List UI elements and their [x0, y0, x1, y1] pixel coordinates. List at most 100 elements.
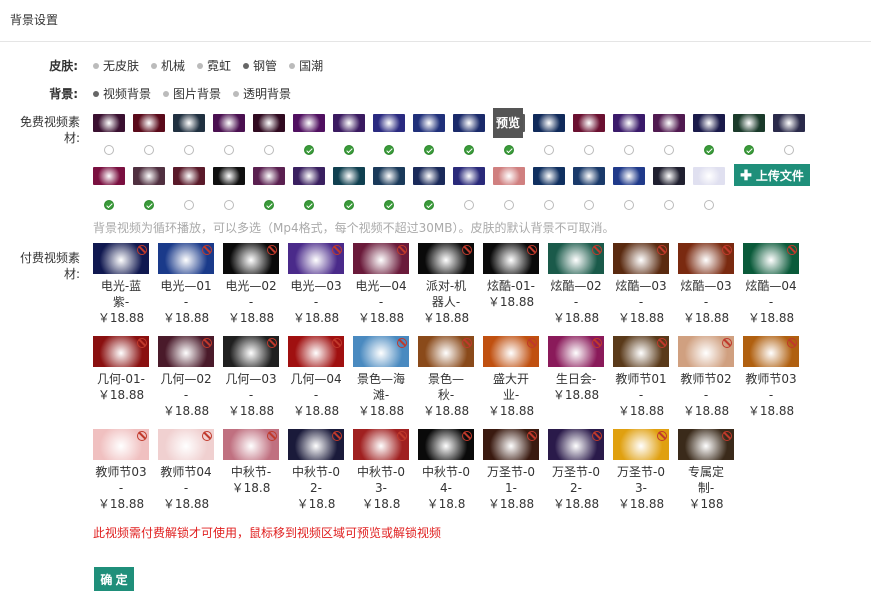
- paid-video-item[interactable]: 教师节03- ￥18.88: [93, 429, 149, 512]
- checked-icon[interactable]: [424, 200, 434, 210]
- paid-video-item[interactable]: 电光—01- ￥18.88: [158, 243, 214, 326]
- paid-video-thumb[interactable]: [288, 336, 344, 367]
- free-video-thumb[interactable]: [373, 114, 405, 132]
- unchecked-icon[interactable]: [504, 200, 514, 210]
- paid-video-item[interactable]: 炫酷—03- ￥18.88: [613, 243, 669, 326]
- paid-video-item[interactable]: 炫酷—03- ￥18.88: [678, 243, 734, 326]
- preview-button[interactable]: 预览: [493, 108, 523, 138]
- paid-video-item[interactable]: 炫酷-01- ￥18.88: [483, 243, 539, 310]
- paid-video-thumb[interactable]: [548, 243, 604, 274]
- free-video-thumb[interactable]: [293, 114, 325, 132]
- free-video-thumb[interactable]: [253, 167, 285, 185]
- paid-video-thumb[interactable]: [158, 336, 214, 367]
- paid-video-item[interactable]: 中秋节- ￥18.8: [223, 429, 279, 496]
- paid-video-thumb[interactable]: [548, 336, 604, 367]
- free-video-thumb[interactable]: [413, 114, 445, 132]
- background-option[interactable]: 图片背景: [163, 85, 221, 102]
- paid-video-thumb[interactable]: [743, 336, 799, 367]
- checked-icon[interactable]: [344, 200, 354, 210]
- checked-icon[interactable]: [264, 200, 274, 210]
- free-video-thumb[interactable]: [373, 167, 405, 185]
- unchecked-icon[interactable]: [544, 145, 554, 155]
- checked-icon[interactable]: [464, 145, 474, 155]
- paid-video-item[interactable]: 教师节02- ￥18.88: [678, 336, 734, 419]
- free-video-thumb[interactable]: [293, 167, 325, 185]
- unchecked-icon[interactable]: [784, 145, 794, 155]
- skin-option[interactable]: 霓虹: [197, 57, 231, 74]
- paid-video-item[interactable]: 盛大开业- ￥18.88: [483, 336, 539, 419]
- unchecked-icon[interactable]: [264, 145, 274, 155]
- paid-video-thumb[interactable]: [288, 429, 344, 460]
- paid-video-thumb[interactable]: [93, 243, 149, 274]
- paid-video-thumb[interactable]: [418, 429, 474, 460]
- free-video-thumb[interactable]: [493, 167, 525, 185]
- checked-icon[interactable]: [424, 145, 434, 155]
- paid-video-item[interactable]: 万圣节-03- ￥18.88: [613, 429, 669, 512]
- free-video-thumb[interactable]: [533, 167, 565, 185]
- paid-video-item[interactable]: 电光—04- ￥18.88: [353, 243, 409, 326]
- unchecked-icon[interactable]: [224, 200, 234, 210]
- free-video-thumb[interactable]: [693, 114, 725, 132]
- paid-video-thumb[interactable]: [613, 243, 669, 274]
- checked-icon[interactable]: [744, 145, 754, 155]
- confirm-button[interactable]: 确 定: [94, 567, 134, 591]
- paid-video-item[interactable]: 几何—03- ￥18.88: [223, 336, 279, 419]
- free-video-thumb[interactable]: [533, 114, 565, 132]
- paid-video-thumb[interactable]: [353, 429, 409, 460]
- paid-video-item[interactable]: 几何-01- ￥18.88: [93, 336, 149, 403]
- upload-file-button[interactable]: ✚ 上传文件: [734, 164, 810, 186]
- paid-video-item[interactable]: 派对-机器人- ￥18.88: [418, 243, 474, 326]
- free-video-thumb[interactable]: [693, 167, 725, 185]
- paid-video-thumb[interactable]: [418, 243, 474, 274]
- checked-icon[interactable]: [144, 200, 154, 210]
- paid-video-item[interactable]: 炫酷—04- ￥18.88: [743, 243, 799, 326]
- paid-video-thumb[interactable]: [613, 429, 669, 460]
- paid-video-item[interactable]: 炫酷—02- ￥18.88: [548, 243, 604, 326]
- paid-video-item[interactable]: 几何—04- ￥18.88: [288, 336, 344, 419]
- free-video-thumb[interactable]: [93, 167, 125, 185]
- free-video-thumb[interactable]: [133, 167, 165, 185]
- paid-video-thumb[interactable]: [678, 429, 734, 460]
- paid-video-thumb[interactable]: [418, 336, 474, 367]
- paid-video-item[interactable]: 中秋节-03- ￥18.8: [353, 429, 409, 512]
- unchecked-icon[interactable]: [584, 200, 594, 210]
- unchecked-icon[interactable]: [664, 200, 674, 210]
- free-video-thumb[interactable]: [653, 114, 685, 132]
- paid-video-thumb[interactable]: [678, 336, 734, 367]
- paid-video-thumb[interactable]: [483, 243, 539, 274]
- unchecked-icon[interactable]: [664, 145, 674, 155]
- paid-video-item[interactable]: 万圣节-01- ￥18.88: [483, 429, 539, 512]
- free-video-thumb[interactable]: [173, 167, 205, 185]
- free-video-thumb[interactable]: [333, 114, 365, 132]
- paid-video-item[interactable]: 专属定制- ￥188: [678, 429, 734, 512]
- paid-video-thumb[interactable]: [483, 429, 539, 460]
- free-video-thumb[interactable]: [733, 114, 765, 132]
- paid-video-item[interactable]: 电光-蓝紫- ￥18.88: [93, 243, 149, 326]
- free-video-thumb[interactable]: [93, 114, 125, 132]
- skin-option[interactable]: 机械: [151, 57, 185, 74]
- free-video-thumb[interactable]: [333, 167, 365, 185]
- checked-icon[interactable]: [384, 145, 394, 155]
- free-video-thumb[interactable]: [133, 114, 165, 132]
- unchecked-icon[interactable]: [624, 200, 634, 210]
- free-video-thumb[interactable]: [213, 167, 245, 185]
- free-video-thumb[interactable]: [773, 114, 805, 132]
- unchecked-icon[interactable]: [104, 145, 114, 155]
- paid-video-thumb[interactable]: [548, 429, 604, 460]
- paid-video-item[interactable]: 景色—海滩- ￥18.88: [353, 336, 409, 419]
- free-video-thumb[interactable]: [253, 114, 285, 132]
- unchecked-icon[interactable]: [584, 145, 594, 155]
- free-video-thumb[interactable]: [213, 114, 245, 132]
- paid-video-thumb[interactable]: [678, 243, 734, 274]
- paid-video-thumb[interactable]: [353, 243, 409, 274]
- paid-video-thumb[interactable]: [288, 243, 344, 274]
- unchecked-icon[interactable]: [184, 200, 194, 210]
- paid-video-item[interactable]: 电光—02- ￥18.88: [223, 243, 279, 326]
- free-video-thumb[interactable]: [453, 114, 485, 132]
- unchecked-icon[interactable]: [184, 145, 194, 155]
- paid-video-item[interactable]: 中秋节-02- ￥18.8: [288, 429, 344, 512]
- free-video-thumb[interactable]: [653, 167, 685, 185]
- paid-video-thumb[interactable]: [223, 336, 279, 367]
- unchecked-icon[interactable]: [464, 200, 474, 210]
- paid-video-thumb[interactable]: [223, 243, 279, 274]
